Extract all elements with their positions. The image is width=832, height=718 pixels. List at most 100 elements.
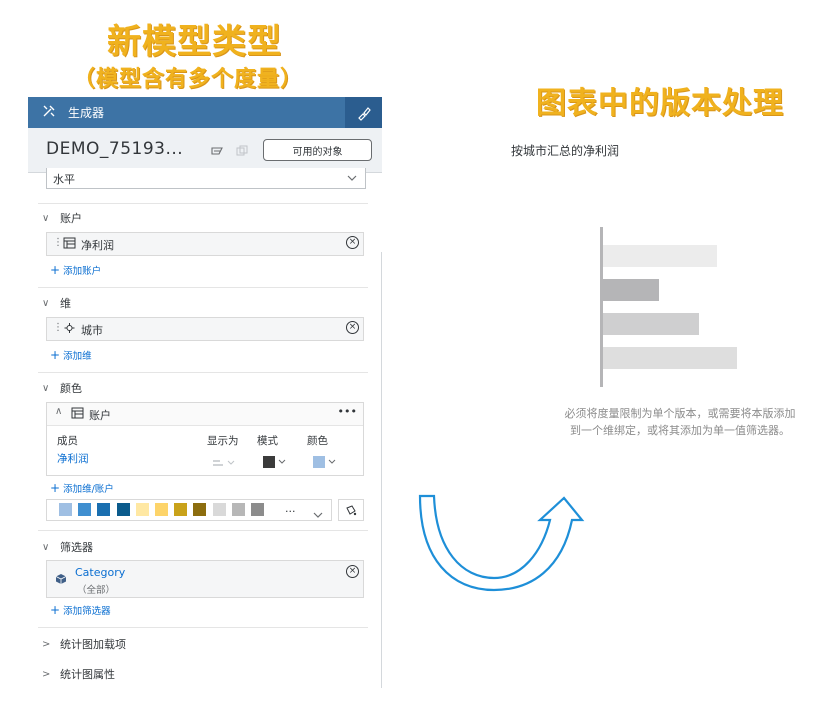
more-options-icon[interactable]: ••• [338, 405, 357, 418]
chart-error-message: 必须将度量限制为单个版本，或需要将本版添加 到一个维绑定，或将其添加为单一值筛选… [538, 405, 822, 439]
copy-icon[interactable] [236, 142, 248, 161]
chevron-down-icon [347, 172, 357, 185]
color-title: 颜色 [60, 382, 82, 395]
chevron-down-icon: ∨ [42, 297, 50, 309]
dimension-icon [63, 322, 76, 337]
remove-icon[interactable]: × [346, 321, 359, 334]
model-header: DEMO_75193... 可用的对象 [28, 128, 382, 173]
chevron-down-icon: ∨ [42, 382, 50, 394]
curved-arrow-icon [418, 494, 585, 592]
palette-edit-button[interactable] [338, 499, 364, 521]
chevron-down-icon: ∨ [42, 541, 50, 553]
filters-title: 筛选器 [60, 541, 93, 554]
chevron-right-icon: > [42, 638, 51, 650]
color-card-title: 账户 [89, 409, 111, 422]
member-value: 净利润 [57, 453, 89, 465]
palette-swatch [251, 503, 264, 516]
palette-swatch [193, 503, 207, 516]
filter-cube-icon [55, 573, 67, 588]
chart-axis [600, 227, 603, 387]
palette-swatch [155, 503, 168, 516]
drag-handle-icon[interactable]: ⋮ [53, 237, 63, 248]
pattern-dropdown[interactable] [263, 453, 289, 472]
dimension-token[interactable]: ⋮ 城市 × [46, 317, 364, 341]
add-dimension-account-link[interactable]: + 添加维/账户 [50, 481, 114, 495]
add-account-link[interactable]: + 添加账户 [50, 263, 101, 277]
link-icon[interactable] [210, 142, 224, 161]
chevron-right-icon: > [42, 668, 51, 680]
filter-token-sub: （全部） [77, 585, 116, 596]
divider [38, 203, 368, 204]
model-name: DEMO_75193... [46, 139, 184, 159]
add-dimension-label: 添加维 [63, 351, 92, 362]
column-pattern: 模式 [257, 435, 278, 447]
filter-token-label: Category [75, 566, 126, 579]
color-section-header[interactable]: ∨ 颜色 [42, 380, 82, 396]
orientation-value: 水平 [53, 173, 75, 186]
palette-swatch [78, 503, 92, 516]
chart-bar [603, 245, 717, 267]
add-dimension-account-label: 添加维/账户 [63, 484, 114, 495]
styling-brush-icon[interactable] [345, 97, 382, 128]
chart-error-line2: 到一个维绑定，或将其添加为单一值筛选器。 [570, 424, 790, 437]
chart-bar [603, 347, 737, 369]
chevron-down-icon: ∨ [42, 212, 50, 224]
dimensions-section-header[interactable]: ∨ 维 [42, 295, 71, 311]
chevron-down-icon[interactable] [313, 504, 323, 523]
palette-swatch [116, 503, 130, 516]
account-token-label: 净利润 [81, 239, 114, 252]
divider [38, 287, 368, 288]
filter-token[interactable]: Category （全部） × [46, 560, 364, 598]
account-token[interactable]: ⋮ 净利润 × [46, 232, 364, 256]
add-filter-link[interactable]: + 添加筛选器 [50, 603, 111, 617]
tab-builder[interactable]: 生成器 [28, 97, 104, 128]
palette-swatch [231, 503, 245, 516]
chart-addons-section-header[interactable]: > 统计图加载项 [42, 636, 126, 652]
dimensions-title: 维 [60, 297, 71, 310]
paint-bucket-icon [346, 505, 357, 516]
accounts-title: 账户 [60, 212, 82, 225]
chart-properties-title: 统计图属性 [60, 668, 115, 681]
tools-icon [42, 104, 56, 121]
tab-builder-label: 生成器 [68, 106, 105, 120]
divider [38, 530, 368, 531]
measure-icon [63, 237, 76, 252]
chart-error-line1: 必须将度量限制为单个版本，或需要将本版添加 [564, 407, 796, 420]
palette-swatch [59, 503, 72, 516]
column-member: 成员 [57, 435, 78, 447]
accounts-section-header[interactable]: ∨ 账户 [42, 210, 82, 226]
add-filter-label: 添加筛选器 [63, 606, 111, 617]
add-dimension-link[interactable]: + 添加维 [50, 348, 92, 362]
headline-left: 新模型类型 [107, 22, 282, 62]
palette-swatch [97, 503, 111, 516]
color-dropdown[interactable] [313, 453, 339, 472]
color-card: ∧ 账户 ••• 成员 显示为 模式 颜色 净利润 [46, 402, 364, 476]
remove-icon[interactable]: × [346, 236, 359, 249]
divider [38, 627, 368, 628]
orientation-select[interactable]: 水平 [46, 168, 366, 189]
divider [38, 372, 368, 373]
chart-bar [603, 279, 659, 301]
add-account-label: 添加账户 [63, 266, 102, 277]
chart-addons-title: 统计图加载项 [60, 638, 126, 651]
chevron-up-icon[interactable]: ∧ [55, 406, 62, 417]
palette-more: ... [285, 502, 296, 515]
palette-swatch [135, 503, 149, 516]
subheadline-left: （模型含有多个度量） [73, 67, 304, 92]
palette-swatch [174, 503, 188, 516]
color-card-header[interactable]: ∧ 账户 ••• [47, 403, 363, 426]
dimension-token-label: 城市 [81, 324, 103, 337]
filters-section-header[interactable]: ∨ 筛选器 [42, 539, 93, 555]
column-display-as: 显示为 [207, 435, 239, 447]
column-color: 颜色 [307, 435, 328, 447]
builder-toolbar: 生成器 [28, 97, 382, 128]
palette-swatch [212, 503, 226, 516]
display-as-dropdown[interactable] [213, 453, 237, 472]
drag-handle-icon[interactable]: ⋮ [53, 322, 63, 333]
available-objects-button[interactable]: 可用的对象 [263, 139, 372, 161]
chart-title: 按城市汇总的净利润 [511, 144, 620, 158]
panel-separator [381, 252, 382, 688]
remove-icon[interactable]: × [346, 565, 359, 578]
chart-properties-section-header[interactable]: > 统计图属性 [42, 666, 115, 682]
measure-icon [71, 407, 84, 422]
